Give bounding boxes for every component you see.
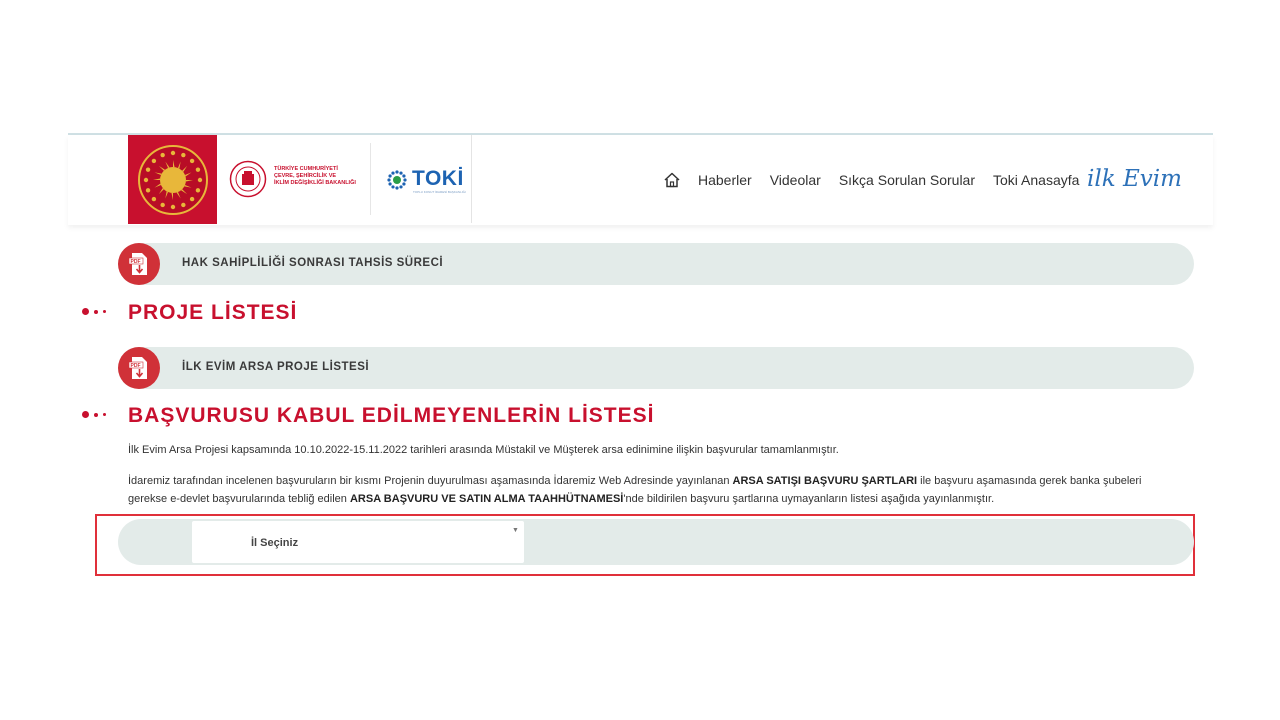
nav-haberler[interactable]: Haberler xyxy=(698,172,752,188)
presidential-seal[interactable] xyxy=(128,135,217,224)
pdf-download-icon[interactable]: PDF xyxy=(118,243,160,285)
main-nav: Haberler Videolar Sıkça Sorulan Sorular … xyxy=(663,167,1097,193)
home-icon[interactable] xyxy=(663,171,681,189)
ilk-evim-brand[interactable]: ilk Evim xyxy=(1087,166,1182,192)
hak-sahipligi-label: HAK SAHİPLİLİĞİ SONRASI TAHSİS SÜRECİ xyxy=(182,257,444,269)
svg-text:PDF: PDF xyxy=(131,363,141,369)
pdf-download-icon[interactable]: PDF xyxy=(118,347,160,389)
hak-sahipligi-link[interactable]: PDF HAK SAHİPLİLİĞİ SONRASI TAHSİS SÜREC… xyxy=(118,243,1194,285)
ministry-logo-icon[interactable] xyxy=(229,160,267,198)
info-paragraph-2: İdaremiz tarafından incelenen başvurular… xyxy=(128,472,1178,508)
province-select-value: İl Seçiniz xyxy=(251,537,299,549)
province-select[interactable]: İl Seçiniz ▼ xyxy=(192,521,524,563)
title-dots xyxy=(82,308,111,315)
title-dots xyxy=(82,411,111,418)
logo-divider xyxy=(370,143,371,215)
institution-logos: TÜRKİYE CUMHURİYETİ ÇEVRE, ŞEHİRCİLİK VE… xyxy=(217,135,472,223)
svg-text:PDF: PDF xyxy=(131,259,141,265)
paragraph-text: 'nde bildirilen başvuru şartlarına uymay… xyxy=(623,493,995,505)
site-header: TÜRKİYE CUMHURİYETİ ÇEVRE, ŞEHİRCİLİK VE… xyxy=(68,135,1213,225)
nav-sss[interactable]: Sıkça Sorulan Sorular xyxy=(839,172,975,188)
arsa-proje-listesi-label: İLK EVİM ARSA PROJE LİSTESİ xyxy=(182,361,370,373)
toki-logo-text[interactable]: TOKİ xyxy=(412,167,464,191)
ministry-logo-text: TÜRKİYE CUMHURİYETİ ÇEVRE, ŞEHİRCİLİK VE… xyxy=(274,166,356,186)
seal-icon xyxy=(137,144,208,215)
arsa-proje-listesi-link[interactable]: PDF İLK EVİM ARSA PROJE LİSTESİ xyxy=(118,347,1194,389)
toki-logo-subtext: TOPLU KONUT İDARESİ BAŞKANLIĞI xyxy=(413,190,466,194)
proje-listesi-title: PROJE LİSTESİ xyxy=(128,301,298,324)
chevron-down-icon[interactable]: ▼ xyxy=(512,527,519,534)
paragraph-text: İdaremiz tarafından incelenen başvurular… xyxy=(128,475,733,487)
basvuru-sartlari-emphasis: ARSA SATIŞI BAŞVURU ŞARTLARI xyxy=(732,475,918,487)
info-paragraph-1: İlk Evim Arsa Projesi kapsamında 10.10.2… xyxy=(128,444,839,456)
nav-toki-anasayfa[interactable]: Toki Anasayfa xyxy=(993,172,1079,188)
taahhutname-emphasis: ARSA BAŞVURU VE SATIN ALMA TAAHHÜTNAMESİ xyxy=(349,493,624,505)
basvuru-kabul-title: BAŞVURUSU KABUL EDİLMEYENLERİN LİSTESİ xyxy=(128,404,655,427)
toki-logo-icon[interactable] xyxy=(386,169,408,191)
nav-videolar[interactable]: Videolar xyxy=(770,172,821,188)
